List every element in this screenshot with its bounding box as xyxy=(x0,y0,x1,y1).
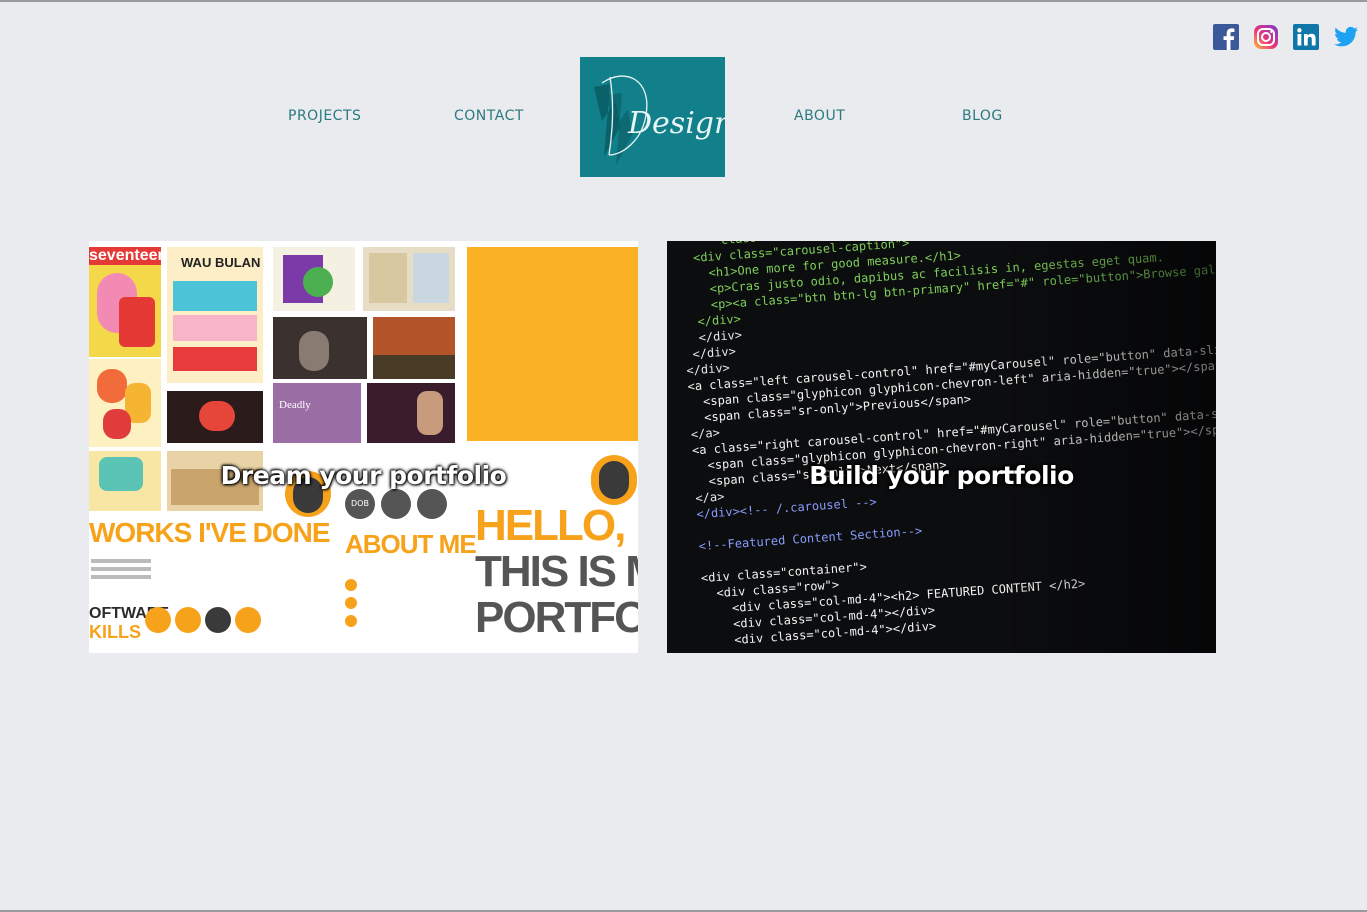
portfolio-card-dream[interactable]: seventeen WAU BULAN Deadly WORKS I'VE DO… xyxy=(89,241,638,653)
magazine-cover-tile: seventeen xyxy=(89,247,168,357)
twitter-icon[interactable] xyxy=(1333,24,1359,50)
hello-portfolio-text: HELLO, THIS IS MY PORTFOLIO xyxy=(475,501,638,642)
orange-block xyxy=(467,247,638,441)
social-links xyxy=(1213,24,1359,50)
portfolio-card-build[interactable]: class="container"> <div class="carousel-… xyxy=(667,241,1216,653)
nav-contact[interactable]: CONTACT xyxy=(454,108,524,124)
wau-bulan-tile: WAU BULAN xyxy=(167,247,263,383)
nav-blog[interactable]: BLOG xyxy=(962,108,1003,124)
card-caption-dream: Dream your portfolio xyxy=(220,461,507,490)
facebook-icon[interactable] xyxy=(1213,24,1239,50)
nav-about[interactable]: ABOUT xyxy=(794,108,845,124)
nav-projects[interactable]: PROJECTS xyxy=(288,108,361,124)
linkedin-icon[interactable] xyxy=(1293,24,1319,50)
code-screenshot-image: class="container"> <div class="carousel-… xyxy=(667,241,1216,653)
magazine-title: seventeen xyxy=(89,247,168,265)
site-logo[interactable]: Design xyxy=(580,57,725,177)
about-me-heading: ABOUT ME xyxy=(345,529,477,559)
card-caption-build: Build your portfolio xyxy=(809,461,1074,490)
logo-text: Design xyxy=(627,106,725,141)
instagram-icon[interactable] xyxy=(1253,24,1279,50)
works-heading: WORKS I'VE DONE xyxy=(89,517,331,548)
logo-mark: Design xyxy=(594,75,725,165)
portfolio-collage-image: seventeen WAU BULAN Deadly WORKS I'VE DO… xyxy=(89,241,638,653)
